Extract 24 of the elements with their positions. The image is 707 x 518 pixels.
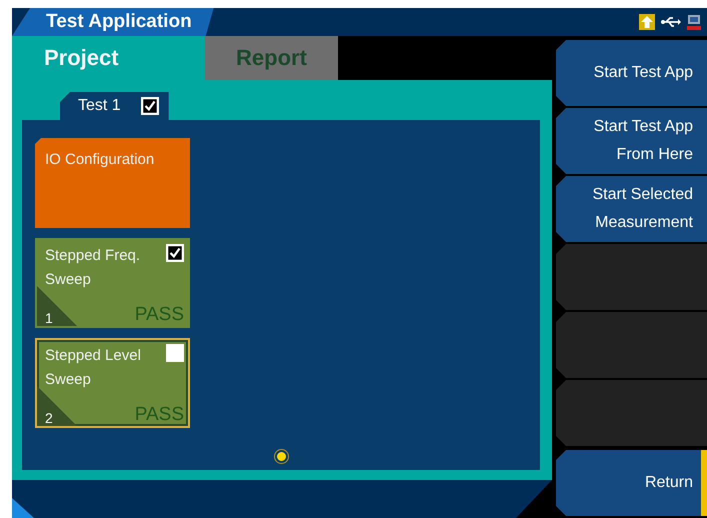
- softkey[interactable]: Return: [556, 450, 707, 516]
- corner-shade-icon: [37, 286, 77, 326]
- result-label: PASS: [134, 404, 184, 426]
- measurement-title: Stepped Level Sweep: [45, 346, 142, 390]
- window-title: Test Application: [12, 8, 214, 36]
- measurement-card[interactable]: Stepped Level Sweep 2 PASS: [35, 338, 190, 428]
- page-dot[interactable]: [274, 450, 288, 462]
- computer-icon: [687, 14, 701, 30]
- checkbox[interactable]: [166, 344, 184, 362]
- result-label: PASS: [134, 304, 184, 326]
- test-tab[interactable]: Test 1: [60, 92, 169, 120]
- measurement-card[interactable]: Stepped Freq. Sweep 1 PASS: [35, 238, 190, 328]
- checkbox[interactable]: [140, 97, 159, 115]
- corner-triangle-icon: [12, 498, 34, 518]
- measurement-title: Stepped Freq. Sweep: [45, 246, 142, 290]
- softkey[interactable]: Start Test App From Here: [556, 108, 707, 174]
- step-number: 2: [45, 410, 53, 426]
- checkbox[interactable]: [166, 244, 184, 262]
- usb-icon: [661, 16, 681, 28]
- up-arrow-icon: [639, 14, 655, 30]
- corner-shade-icon: [37, 386, 77, 426]
- softkey[interactable]: Start Test App: [556, 40, 707, 106]
- step-number: 1: [45, 310, 53, 326]
- softkey[interactable]: Start Selected Measurement: [556, 176, 707, 242]
